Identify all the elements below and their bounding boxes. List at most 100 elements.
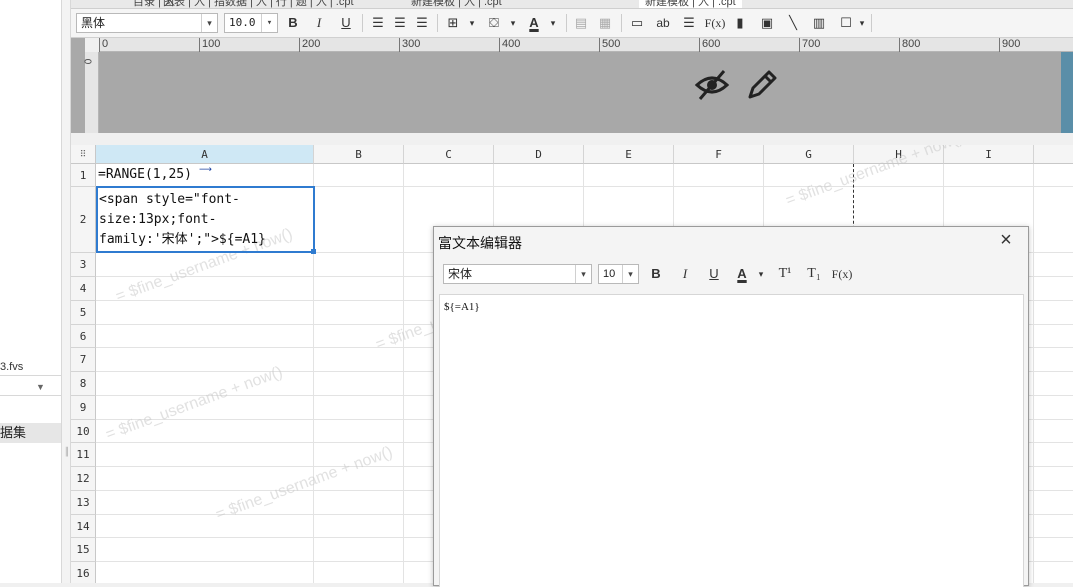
row-header[interactable]: 12 (71, 467, 96, 491)
format-toolbar: 黑体 ▾ 10.0 ▾ B I U ☰ ☰ ☰ ⊞ ▾ ⛋ ▾ A ▾ ▤ ▦ … (71, 9, 1073, 38)
fill-handle[interactable] (311, 249, 316, 254)
subscript-button[interactable]: T₁ (803, 264, 825, 284)
watermark: = $fine_username + now() (103, 363, 285, 444)
dialog-font-family-select[interactable]: 宋体 ▾ (443, 264, 592, 284)
chevron-down-icon[interactable]: ▾ (851, 13, 873, 33)
select-all-corner[interactable]: ⠿ (71, 145, 96, 164)
column-header[interactable]: F (674, 145, 764, 164)
row-header[interactable]: 4 (71, 277, 96, 301)
text-field-icon[interactable]: ▭ (626, 13, 648, 33)
horizontal-ruler: 0 100 200 300 400 500 600 700 800 900 (99, 38, 1073, 52)
align-left-icon[interactable]: ☰ (367, 13, 389, 33)
ruler-tick: 600 (699, 38, 720, 52)
row-header[interactable]: 16 (71, 562, 96, 583)
dialog-formula-button[interactable]: F(x) (831, 264, 853, 284)
text-button[interactable]: ab (652, 13, 674, 33)
ruler-tick: 500 (599, 38, 620, 52)
editor-content[interactable]: ${=A1} (444, 301, 480, 313)
row-header[interactable]: 10 (71, 420, 96, 443)
tab-item-active[interactable]: 新建模板 | 入 | .cpt (639, 0, 742, 8)
eye-slash-icon[interactable] (694, 68, 730, 102)
tab-item[interactable]: 新建模板 | 入 | .cpt (411, 0, 502, 8)
unmerge-cells-icon[interactable]: ▦ (594, 13, 616, 33)
ruler-tick: 100 (199, 38, 220, 52)
close-icon[interactable]: × (996, 230, 1016, 251)
ruler-tick: 0 (99, 38, 108, 52)
font-family-select[interactable]: 黑体 ▾ (76, 13, 218, 33)
row-header[interactable]: 1 (71, 164, 96, 187)
chevron-down-icon[interactable]: ▾ (750, 264, 772, 284)
canvas-edge (1061, 52, 1073, 133)
cell-text-line: size:13px;font- (99, 212, 217, 227)
chevron-down-icon: ▾ (261, 14, 277, 32)
expand-direction-icon: ⟶ (199, 164, 212, 174)
row-header[interactable]: 14 (71, 515, 96, 538)
column-header[interactable]: A (96, 145, 314, 164)
pencil-icon[interactable] (746, 67, 780, 101)
ruler-tick: 0 (83, 58, 95, 65)
row-header[interactable]: 15 (71, 538, 96, 562)
ruler-tick: 200 (299, 38, 320, 52)
ruler-tick: 300 (399, 38, 420, 52)
paragraph-icon[interactable]: ☰ (678, 13, 700, 33)
row-header[interactable]: 7 (71, 348, 96, 372)
file-list-item[interactable]: 3.fvs (0, 361, 23, 373)
align-right-icon[interactable]: ☰ (411, 13, 433, 33)
chevron-down-icon: ▾ (622, 265, 638, 283)
page-header-canvas[interactable] (99, 52, 1061, 133)
watermark: = $fine_username + now() (213, 443, 395, 524)
superscript-button[interactable]: T¹ (774, 264, 796, 284)
underline-button[interactable]: U (335, 13, 357, 33)
cell-text-line: family:'宋体';">${=A1} (99, 232, 266, 247)
row-header[interactable]: 2 (71, 187, 96, 253)
bar-chart-icon[interactable]: ▮ (729, 13, 751, 33)
formula-button[interactable]: F(x) (704, 13, 726, 33)
column-header[interactable]: B (314, 145, 404, 164)
font-size-select[interactable]: 10.0 ▾ (224, 13, 278, 33)
row-header[interactable]: 11 (71, 443, 96, 467)
column-header[interactable]: E (584, 145, 674, 164)
column-header[interactable]: C (404, 145, 494, 164)
align-center-icon[interactable]: ☰ (389, 13, 411, 33)
column-header[interactable]: D (494, 145, 584, 164)
chevron-down-icon[interactable]: ▾ (461, 13, 483, 33)
row-header[interactable]: 13 (71, 491, 96, 515)
row-header[interactable]: 3 (71, 253, 96, 277)
chevron-down-icon[interactable]: ▾ (502, 13, 524, 33)
dialog-toolbar: 宋体 ▾ 10 ▾ B I U A ▾ T¹ T₁ F(x) (434, 259, 1028, 289)
ruler-tick: 400 (499, 38, 520, 52)
cell-a1[interactable]: =RANGE(1,25) (98, 167, 192, 182)
row-header[interactable]: 8 (71, 372, 96, 396)
chevron-down-icon[interactable]: ▾ (542, 13, 564, 33)
ruler-corner (71, 38, 85, 133)
column-header[interactable] (1034, 145, 1073, 164)
dialog-font-size-select[interactable]: 10 ▾ (598, 264, 639, 284)
sub-report-icon[interactable]: ▥ (808, 13, 830, 33)
dialog-italic-button[interactable]: I (674, 264, 696, 284)
column-header[interactable]: G (764, 145, 854, 164)
dialog-bold-button[interactable]: B (645, 264, 667, 284)
chevron-down-icon: ▾ (575, 265, 591, 283)
collapse-arrow-icon[interactable]: ▼ (36, 382, 45, 392)
italic-button[interactable]: I (308, 13, 330, 33)
image-icon[interactable]: ▣ (756, 13, 778, 33)
merge-cells-icon[interactable]: ▤ (570, 13, 592, 33)
panel-splitter[interactable] (62, 0, 71, 583)
chevron-down-icon: ▾ (201, 14, 217, 32)
dataset-panel-header[interactable]: 据集 (0, 423, 61, 443)
row-header[interactable]: 5 (71, 301, 96, 325)
splitter-grip-icon[interactable]: ║ (64, 447, 70, 456)
left-panel (0, 0, 62, 583)
row-header[interactable]: 9 (71, 396, 96, 420)
cell-a2-selected[interactable]: <span style="font- size:13px;font- famil… (96, 186, 316, 254)
dialog-underline-button[interactable]: U (703, 264, 725, 284)
rich-text-editor-area[interactable]: ${=A1} (439, 294, 1024, 587)
tab-item[interactable]: 图表 | 入 | 指数据 | 入 | 行 | 题 | 入 | .cpt (163, 0, 354, 8)
bold-button[interactable]: B (282, 13, 304, 33)
canvas-gap (71, 133, 1073, 145)
tab-bar: 目录 | 入 图表 | 入 | 指数据 | 入 | 行 | 题 | 入 | .c… (71, 0, 1073, 9)
diagonal-line-icon[interactable]: ╲ (782, 13, 804, 33)
rich-text-editor-dialog: 富文本编辑器 × 宋体 ▾ 10 ▾ B I U A ▾ T¹ T₁ F(x) … (433, 226, 1029, 587)
cell-text-line: <span style="font- (99, 192, 240, 207)
row-header[interactable]: 6 (71, 325, 96, 348)
